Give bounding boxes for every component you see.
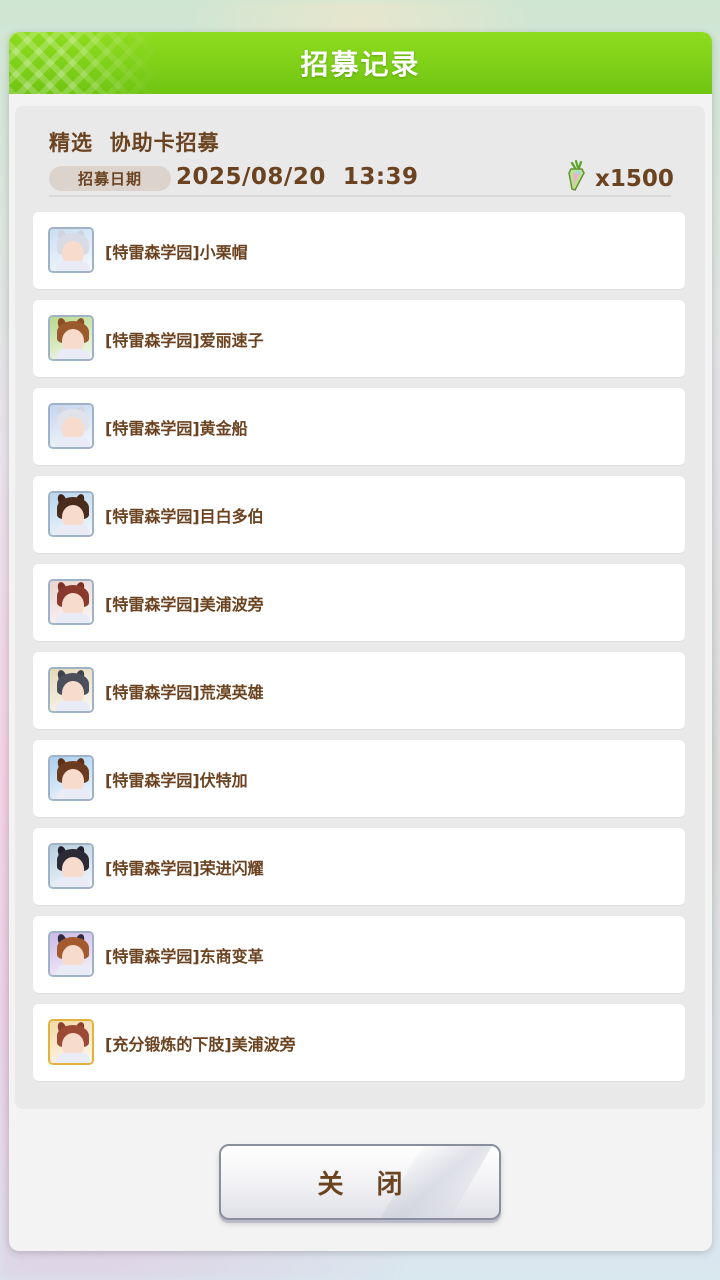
record-row[interactable]: [特雷森学园]目白多伯 bbox=[33, 476, 685, 553]
portrait-shirt bbox=[56, 701, 90, 711]
header-divider bbox=[49, 195, 671, 197]
character-portrait-icon bbox=[48, 667, 94, 713]
cost-value: x1500 bbox=[595, 166, 674, 192]
character-portrait-icon bbox=[48, 491, 94, 537]
record-label: [特雷森学园]爱丽速子 bbox=[105, 331, 264, 350]
character-portrait-icon bbox=[48, 579, 94, 625]
portrait-shirt bbox=[56, 437, 90, 447]
character-portrait-icon bbox=[48, 315, 94, 361]
character-portrait-icon bbox=[48, 931, 94, 977]
record-row[interactable]: [特雷森学园]荒漠英雄 bbox=[33, 652, 685, 729]
character-portrait-icon bbox=[48, 227, 94, 273]
record-label: [特雷森学园]荣进闪耀 bbox=[105, 859, 264, 878]
gacha-name: 精选 协助卡招募 bbox=[49, 131, 220, 155]
record-row[interactable]: [特雷森学园]伏特加 bbox=[33, 740, 685, 817]
close-button[interactable]: 关 闭 bbox=[219, 1144, 501, 1220]
portrait-shirt bbox=[56, 965, 90, 975]
record-row[interactable]: [充分锻炼的下肢]美浦波旁 bbox=[33, 1004, 685, 1081]
close-button-label: 关 闭 bbox=[317, 1169, 415, 1200]
portrait-shirt bbox=[56, 1053, 90, 1063]
record-label: [特雷森学园]东商变革 bbox=[105, 947, 264, 966]
record-label: [特雷森学园]伏特加 bbox=[105, 771, 248, 790]
record-label: [特雷森学园]荒漠英雄 bbox=[105, 683, 264, 702]
portrait-shirt bbox=[56, 525, 90, 535]
portrait-shirt bbox=[56, 613, 90, 623]
record-row[interactable]: [特雷森学园]东商变革 bbox=[33, 916, 685, 993]
carrot-crystal-icon bbox=[568, 159, 585, 191]
record-row[interactable]: [特雷森学园]小栗帽 bbox=[33, 212, 685, 289]
dialog-title: 招募记录 bbox=[300, 48, 421, 81]
record-row[interactable]: [特雷森学园]美浦波旁 bbox=[33, 564, 685, 641]
header-pattern bbox=[9, 32, 159, 94]
portrait-shirt bbox=[56, 877, 90, 887]
record-label: [充分锻炼的下肢]美浦波旁 bbox=[105, 1035, 296, 1054]
dialog-header: 招募记录 bbox=[9, 32, 712, 94]
portrait-shirt bbox=[56, 789, 90, 799]
character-portrait-icon bbox=[48, 403, 94, 449]
portrait-shirt bbox=[56, 261, 90, 271]
record-row[interactable]: [特雷森学园]黄金船 bbox=[33, 388, 685, 465]
portrait-shirt bbox=[56, 349, 90, 359]
character-portrait-icon bbox=[48, 755, 94, 801]
date-value: 2025/08/20 13:39 bbox=[176, 164, 419, 190]
date-label-badge: 招募日期 bbox=[49, 166, 171, 191]
record-label: [特雷森学园]美浦波旁 bbox=[105, 595, 264, 614]
record-row[interactable]: [特雷森学园]爱丽速子 bbox=[33, 300, 685, 377]
recruit-history-dialog: 招募记录 精选 协助卡招募 招募日期 2025/08/20 13:39 x150… bbox=[9, 32, 712, 1251]
record-row[interactable]: [特雷森学园]荣进闪耀 bbox=[33, 828, 685, 905]
record-label: [特雷森学园]目白多伯 bbox=[105, 507, 264, 526]
character-portrait-icon bbox=[48, 843, 94, 889]
support-card-portrait-icon bbox=[48, 1019, 94, 1065]
record-label: [特雷森学园]黄金船 bbox=[105, 419, 248, 438]
record-label: [特雷森学园]小栗帽 bbox=[105, 243, 248, 262]
